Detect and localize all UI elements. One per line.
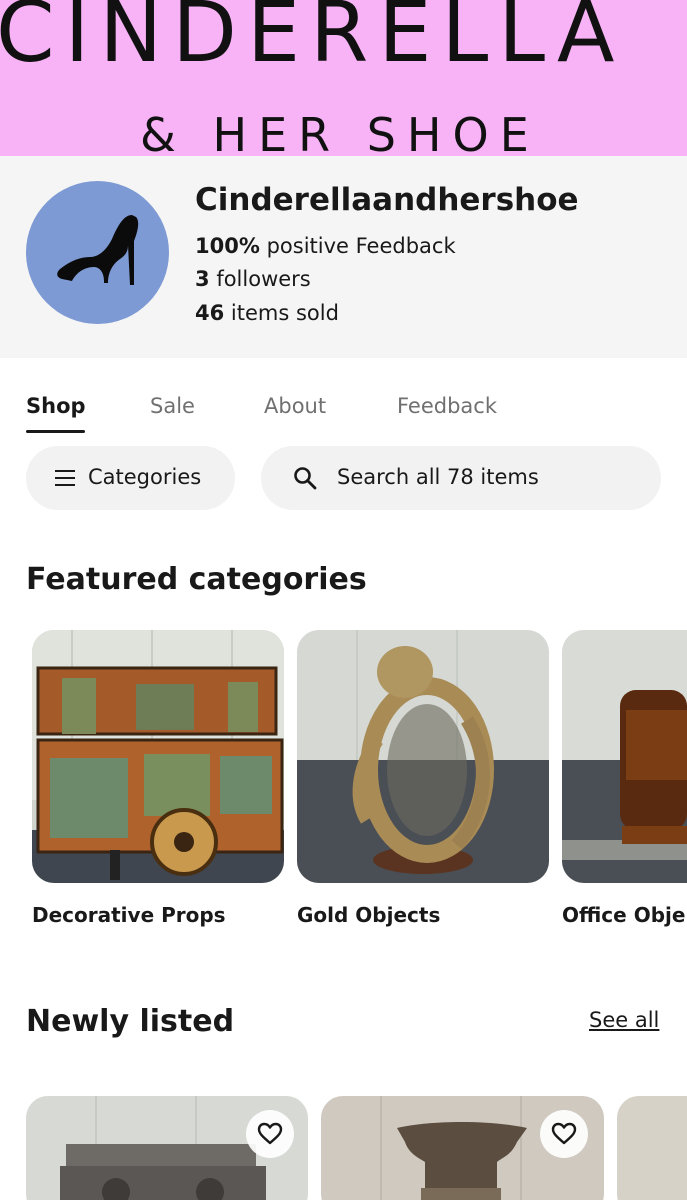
sold-stat: 46 items sold	[195, 301, 339, 325]
listing-image	[617, 1096, 687, 1200]
menu-icon	[55, 470, 75, 486]
followers-label: followers	[216, 267, 311, 291]
feedback-stat: 100% positive Feedback	[195, 234, 456, 258]
followers-value: 3	[195, 267, 210, 291]
featured-card-decorative-props[interactable]	[32, 630, 284, 883]
sold-label: items sold	[230, 301, 339, 325]
store-banner: CINDERELLA & HER SHOE	[0, 0, 687, 156]
featured-card-office-objects[interactable]	[562, 630, 687, 883]
store-profile: Cinderellaandhershoe 100% positive Feedb…	[0, 156, 687, 358]
followers-stat: 3 followers	[195, 267, 311, 291]
tab-shop[interactable]: Shop	[26, 394, 86, 418]
avatar[interactable]	[26, 181, 169, 324]
office-objects-image	[562, 630, 687, 883]
store-tabs: Shop Sale About Feedback	[0, 358, 687, 438]
heart-icon	[257, 1122, 283, 1145]
decorative-props-image	[32, 630, 284, 883]
favorite-button[interactable]	[540, 1110, 588, 1158]
active-tab-indicator	[26, 430, 85, 433]
high-heel-shoe-icon	[57, 215, 139, 285]
featured-card-gold-objects[interactable]	[297, 630, 549, 883]
listing-card[interactable]	[321, 1096, 604, 1200]
feedback-value: 100%	[195, 234, 260, 258]
sold-value: 46	[195, 301, 225, 325]
store-name[interactable]: Cinderellaandhershoe	[195, 182, 579, 218]
gold-objects-image	[297, 630, 549, 883]
search-icon	[294, 467, 317, 490]
banner-subtitle: & HER SHOE	[140, 108, 540, 156]
favorite-button[interactable]	[246, 1110, 294, 1158]
tab-feedback[interactable]: Feedback	[397, 394, 497, 418]
feedback-label: positive Feedback	[266, 234, 456, 258]
banner-title: CINDERELLA	[0, 0, 625, 81]
featured-label-gold-objects[interactable]: Gold Objects	[297, 903, 440, 927]
tab-sale[interactable]: Sale	[150, 394, 195, 418]
categories-button[interactable]: Categories	[26, 446, 235, 510]
tab-about[interactable]: About	[264, 394, 326, 418]
listing-card[interactable]	[26, 1096, 308, 1200]
featured-label-decorative-props[interactable]: Decorative Props	[32, 903, 226, 927]
search-placeholder: Search all 78 items	[337, 465, 539, 489]
featured-label-office-objects[interactable]: Office Obje	[562, 903, 685, 927]
see-all-link[interactable]: See all	[589, 1008, 659, 1032]
newly-listed-title: Newly listed	[26, 1004, 235, 1039]
categories-label: Categories	[88, 465, 202, 489]
featured-categories-title: Featured categories	[26, 562, 367, 597]
heart-icon	[551, 1122, 577, 1145]
search-input[interactable]: Search all 78 items	[261, 446, 661, 510]
listing-card[interactable]	[617, 1096, 687, 1200]
